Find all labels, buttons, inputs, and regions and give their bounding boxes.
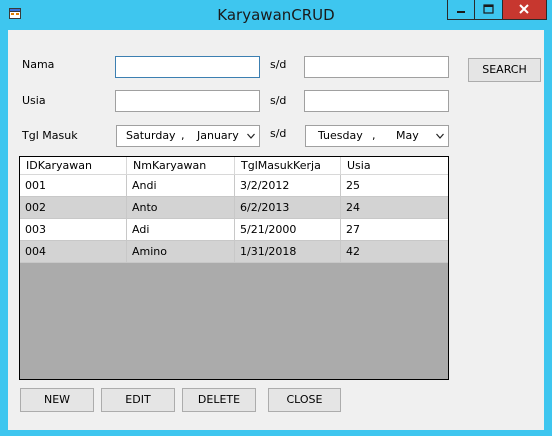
table-row[interactable]: 004 Amino 1/31/2018 42 [20,241,448,263]
cell-nama[interactable]: Amino [127,241,235,263]
cell-id[interactable]: 003 [20,219,127,241]
maximize-button[interactable] [475,0,503,20]
search-button[interactable]: SEARCH [468,58,541,82]
tgl-masuk-label: Tgl Masuk [22,129,78,142]
close-button[interactable]: CLOSE [268,388,341,412]
column-header-tglmasukkerja[interactable]: TglMasukKerja [235,157,341,175]
edit-button[interactable]: EDIT [101,388,175,412]
tgl-from-sep: , [181,129,185,142]
minimize-icon [457,11,465,13]
cell-id[interactable]: 004 [20,241,127,263]
column-header-nmkaryawan[interactable]: NmKaryawan [127,157,235,175]
chevron-down-icon[interactable] [436,132,444,140]
usia-to-input[interactable] [304,90,449,112]
cell-tgl[interactable]: 6/2/2013 [235,197,341,219]
cell-tgl[interactable]: 3/2/2012 [235,175,341,197]
column-header-usia[interactable]: Usia [341,157,448,175]
cell-usia[interactable]: 27 [341,219,448,241]
cell-tgl[interactable]: 1/31/2018 [235,241,341,263]
title-bar[interactable]: KaryawanCRUD [0,0,552,30]
usia-label: Usia [22,94,46,107]
table-row[interactable]: 001 Andi 3/2/2012 25 [20,175,448,197]
delete-button[interactable]: DELETE [182,388,256,412]
column-header-idkaryawan[interactable]: IDKaryawan [20,157,127,175]
tgl-sd-label: s/d [270,127,287,140]
cell-nama[interactable]: Adi [127,219,235,241]
nama-sd-label: s/d [270,58,287,71]
table-row[interactable]: 003 Adi 5/21/2000 27 [20,219,448,241]
usia-sd-label: s/d [270,94,287,107]
chevron-down-icon[interactable] [247,132,255,140]
maximize-icon [483,4,494,14]
tgl-to-day: Tuesday [318,129,363,142]
new-button[interactable]: NEW [20,388,94,412]
cell-id[interactable]: 001 [20,175,127,197]
close-icon [519,4,529,14]
nama-label: Nama [22,58,55,71]
cell-usia[interactable]: 24 [341,197,448,219]
nama-to-input[interactable] [304,56,449,78]
minimize-button[interactable] [447,0,475,20]
nama-from-input[interactable] [115,56,260,78]
cell-tgl[interactable]: 5/21/2000 [235,219,341,241]
tgl-to-datepicker[interactable]: Tuesday , May [305,125,449,147]
usia-from-input[interactable] [115,90,260,112]
cell-id[interactable]: 002 [20,197,127,219]
cell-nama[interactable]: Anto [127,197,235,219]
tgl-to-month: May [396,129,419,142]
tgl-to-sep: , [372,129,376,142]
tgl-from-month: January [197,129,239,142]
grid-header: IDKaryawan NmKaryawan TglMasukKerja Usia [20,157,448,175]
client-area: Nama s/d SEARCH Usia s/d Tgl Masuk Satur… [8,30,544,430]
cell-usia[interactable]: 25 [341,175,448,197]
tgl-from-datepicker[interactable]: Saturday , January [116,125,260,147]
tgl-from-day: Saturday [126,129,176,142]
karyawan-data-grid[interactable]: IDKaryawan NmKaryawan TglMasukKerja Usia… [19,156,449,380]
table-row[interactable]: 002 Anto 6/2/2013 24 [20,197,448,219]
cell-nama[interactable]: Andi [127,175,235,197]
close-window-button[interactable] [503,0,547,20]
cell-usia[interactable]: 42 [341,241,448,263]
app-window: KaryawanCRUD Nama s/d SEARCH Usia s/d Tg… [0,0,552,436]
